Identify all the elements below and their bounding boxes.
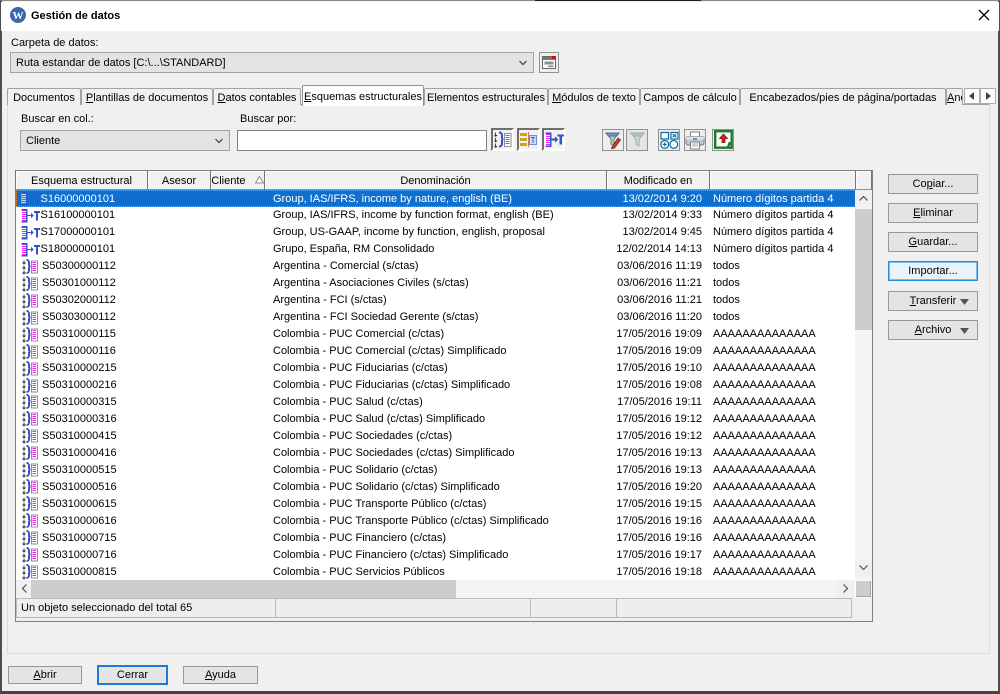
svg-text:W: W (13, 10, 24, 22)
